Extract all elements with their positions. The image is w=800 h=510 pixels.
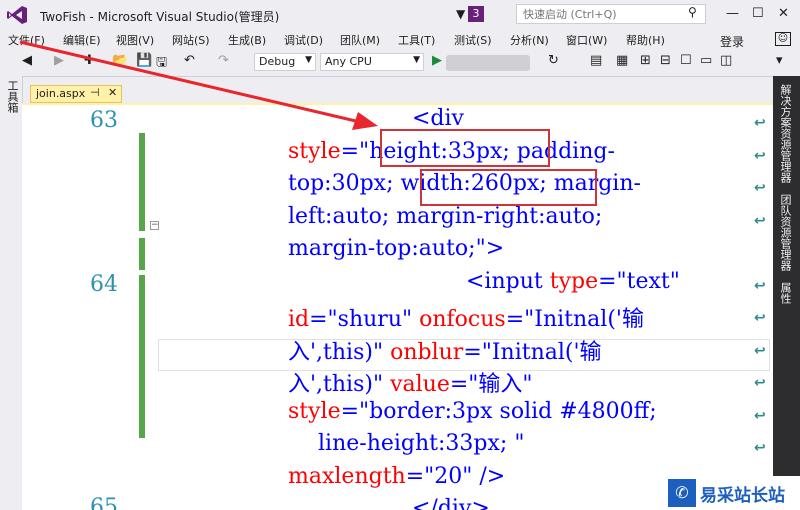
code-line: <input type="text" xyxy=(466,269,680,294)
visual-studio-logo-icon xyxy=(7,6,27,24)
menu-view[interactable]: 视图(V) xyxy=(116,32,154,48)
save-all-icon[interactable]: 🖫 xyxy=(156,53,167,75)
menu-analyze[interactable]: 分析(N) xyxy=(510,32,549,48)
toolbar-overflow-icon[interactable]: ▾ xyxy=(776,53,783,68)
pin-icon[interactable]: ⊣ xyxy=(90,86,100,99)
toolbar-icon[interactable]: ⊞ xyxy=(640,53,651,68)
navigate-back-icon[interactable]: ◀ xyxy=(22,53,32,68)
menu-debug[interactable]: 调试(D) xyxy=(284,32,323,48)
window-title: TwoFish - Microsoft Visual Studio(管理员) xyxy=(40,10,280,24)
toolbar-icon[interactable]: ⊟ xyxy=(660,53,671,68)
word-wrap-icon: ↩ xyxy=(754,115,766,131)
toolbox-tab[interactable]: 工具箱 xyxy=(4,80,20,113)
undo-icon[interactable]: ↶ xyxy=(184,53,195,68)
solution-platform-select[interactable]: Any CPU ▼ xyxy=(320,53,424,71)
menu-test[interactable]: 测试(S) xyxy=(454,32,492,48)
code-line: line-height:33px; " xyxy=(318,431,525,456)
minimize-button[interactable]: — xyxy=(726,6,739,21)
code-line: <div xyxy=(412,106,464,131)
word-wrap-icon: ↩ xyxy=(754,213,766,229)
word-wrap-icon: ↩ xyxy=(754,278,766,294)
new-project-icon[interactable]: ✚ xyxy=(84,53,95,68)
line-number: 63 xyxy=(90,108,118,133)
toolbar-icon[interactable]: ◫ xyxy=(720,53,732,68)
word-wrap-icon: ↩ xyxy=(754,440,766,456)
menu-team[interactable]: 团队(M) xyxy=(340,32,380,48)
properties-tab[interactable]: 属性 xyxy=(777,282,793,304)
annotation-box-height xyxy=(380,129,550,167)
close-button[interactable]: ✕ xyxy=(778,6,789,21)
chevron-down-icon: ▼ xyxy=(413,55,420,65)
word-wrap-icon: ↩ xyxy=(754,343,766,359)
user-feedback-icon[interactable]: ☺ xyxy=(775,32,791,46)
word-wrap-icon: ↩ xyxy=(754,180,766,196)
menu-edit[interactable]: 编辑(E) xyxy=(63,32,101,48)
quick-launch-input[interactable] xyxy=(516,4,706,24)
change-indicator xyxy=(139,133,145,231)
platform-value: Any CPU xyxy=(325,55,372,68)
configuration-value: Debug xyxy=(259,55,296,68)
open-file-icon[interactable]: 📂 xyxy=(112,53,128,68)
change-indicator xyxy=(139,275,145,438)
start-debugging-icon[interactable]: ▶ xyxy=(432,53,442,68)
word-wrap-icon: ↩ xyxy=(754,148,766,164)
standard-toolbar: ◀ ▶ ✚ 📂 💾 🖫 ↶ ↷ Debug ▼ Any CPU ▼ ▶ ↻ ▤ ▦ … xyxy=(0,50,800,77)
browser-select-blurred[interactable] xyxy=(446,55,530,71)
menu-tools[interactable]: 工具(T) xyxy=(398,32,435,48)
toolbar-icon[interactable]: ☐ xyxy=(680,53,692,68)
menu-bar: 文件(F) 编辑(E) 视图(V) 网站(S) 生成(B) 调试(D) 团队(M… xyxy=(0,30,800,50)
menu-website[interactable]: 网站(S) xyxy=(172,32,210,48)
code-line: </div> xyxy=(412,496,490,510)
redo-icon[interactable]: ↷ xyxy=(218,53,229,68)
toolbar-icon[interactable]: ▤ xyxy=(590,53,602,68)
line-number: 65 xyxy=(90,495,118,510)
close-icon[interactable]: ✕ xyxy=(108,86,117,99)
solution-configuration-select[interactable]: Debug ▼ xyxy=(254,53,316,71)
chevron-down-icon: ▼ xyxy=(305,55,312,65)
sign-in-link[interactable]: 登录 xyxy=(720,33,744,50)
menu-build[interactable]: 生成(B) xyxy=(228,32,266,48)
menu-file[interactable]: 文件(F) xyxy=(8,32,45,48)
toolbar-icon[interactable]: ▭ xyxy=(700,53,712,68)
code-line: id="shuru" onfocus="Initnal('输 xyxy=(288,307,644,332)
navigate-forward-icon[interactable]: ▶ xyxy=(54,53,64,68)
menu-window[interactable]: 窗口(W) xyxy=(566,32,607,48)
search-icon[interactable]: ⚲ xyxy=(688,5,697,19)
change-indicator xyxy=(139,238,145,270)
refresh-icon[interactable]: ↻ xyxy=(548,53,559,68)
solution-explorer-tab[interactable]: 解决方案资源管理器 xyxy=(777,84,793,183)
code-line: maxlength="20" /> xyxy=(288,464,506,489)
code-line: 入',this)" value="输入" xyxy=(288,372,533,397)
collapse-icon[interactable]: − xyxy=(150,221,159,230)
code-line: style="border:3px solid #4800ff; xyxy=(288,399,657,424)
annotation-box-width xyxy=(420,169,597,206)
save-icon[interactable]: 💾 xyxy=(136,53,152,68)
maximize-button[interactable]: ☐ xyxy=(752,6,764,21)
word-wrap-icon: ↩ xyxy=(754,310,766,326)
watermark-logo-icon: ✆ xyxy=(668,479,696,507)
notification-badge[interactable]: 3 xyxy=(468,6,484,22)
code-line: left:auto; margin-right:auto; xyxy=(288,204,603,229)
code-line: margin-top:auto;"> xyxy=(288,236,505,261)
word-wrap-icon: ↩ xyxy=(754,375,766,391)
code-line: 入',this)" onblur="Initnal('输 xyxy=(288,340,602,365)
menu-help[interactable]: 帮助(H) xyxy=(626,32,665,48)
line-number: 64 xyxy=(90,272,118,297)
word-wrap-icon: ↩ xyxy=(754,408,766,424)
toolbar-icon[interactable]: ▦ xyxy=(616,53,628,68)
code-editor[interactable]: − 63 64 65 <div style="height:33px; padd… xyxy=(22,105,773,510)
team-explorer-tab[interactable]: 团队资源管理器 xyxy=(777,194,793,271)
watermark-text: 易采站长站 xyxy=(700,486,785,506)
left-tool-strip xyxy=(0,76,23,510)
notification-flag-icon[interactable]: ▼ xyxy=(456,7,465,21)
document-tab-label: join.aspx xyxy=(36,87,86,100)
